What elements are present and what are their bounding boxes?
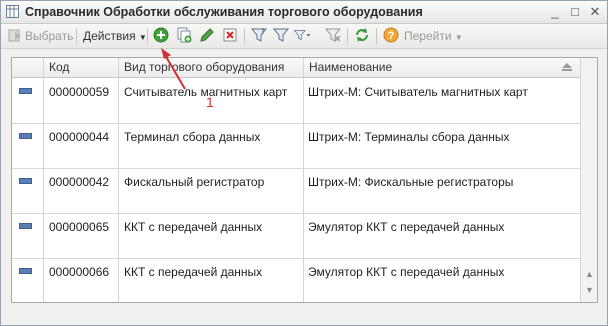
toolbar-separator [244,28,245,44]
cell-name: Эмулятор ККТ с передачей данных [308,220,505,234]
cell-name: Штрих-М: Фискальные регистраторы [308,175,514,189]
filter-icon[interactable] [272,26,290,44]
toolbar-separator [347,28,348,44]
cell-name: Эмулятор ККТ с передачей данных [308,265,505,279]
toolbar-separator [76,28,77,44]
table-row[interactable]: 000000059 Считыватель магнитных карт Штр… [12,78,580,124]
cell-code: 000000059 [49,85,110,99]
catalog-icon [6,5,19,18]
svg-text:?: ? [388,30,395,42]
cell-code: 000000066 [49,265,110,279]
cell-name: Штрих-М: Терминалы сбора данных [308,130,510,144]
window-footer [1,311,607,325]
cell-code: 000000065 [49,220,110,234]
column-header-name[interactable]: Наименование [309,60,392,74]
cell-type: ККТ с передачей данных [124,220,263,234]
annotation-arrow [161,48,186,90]
element-icon [19,88,32,94]
chevron-down-icon: ▼ [138,33,147,42]
scroll-down-icon[interactable]: ▼ [583,284,596,297]
scroll-up-icon[interactable]: ▲ [583,268,596,281]
clear-filter-icon[interactable] [324,26,342,44]
goto-menu-button[interactable]: Перейти ▼ [404,27,463,45]
cell-name: Штрих-М: Считыватель магнитных карт [308,85,528,99]
actions-menu-button[interactable]: Действия ▼ [83,27,147,45]
annotation-number: 1 [206,94,214,110]
table-row[interactable]: 000000044 Терминал сбора данных Штрих-М:… [12,123,580,169]
element-icon [19,178,32,184]
cell-type: Терминал сбора данных [124,130,261,144]
title-bar: Справочник Обработки обслуживания торгов… [1,1,607,24]
toolbar-separator [147,28,148,44]
chevron-down-icon: ▼ [454,33,463,42]
select-icon [8,29,21,42]
element-icon [19,223,32,229]
cell-type: ККТ с передачей данных [124,265,263,279]
filter-dropdown-icon[interactable] [293,26,311,44]
catalog-window: Справочник Обработки обслуживания торгов… [0,0,608,326]
goto-label: Перейти [404,29,452,43]
select-button[interactable]: Выбрать [25,27,73,45]
help-icon[interactable]: ? [382,26,400,44]
cell-type: Фискальный регистратор [124,175,265,189]
vertical-scrollbar[interactable]: ▲ ▼ [580,58,597,302]
hierarchy-filter-icon[interactable] [250,26,268,44]
column-header-code[interactable]: Код [49,60,69,74]
toolbar: Выбрать Действия ▼ ? Перейти ▼ [1,24,607,49]
table-header: Код Вид торгового оборудования Наименова… [12,58,580,78]
minimize-button[interactable]: _ [547,4,563,20]
window-title: Справочник Обработки обслуживания торгов… [25,5,423,19]
element-icon [19,133,32,139]
table-row[interactable]: 000000066 ККТ с передачей данных Эмулято… [12,258,580,302]
actions-label: Действия [83,29,136,43]
refresh-icon[interactable] [353,26,371,44]
sort-icon[interactable] [561,62,573,72]
element-icon [19,268,32,274]
delete-icon[interactable] [221,26,239,44]
maximize-button[interactable]: □ [567,4,583,20]
table-row[interactable]: 000000042 Фискальный регистратор Штрих-М… [12,168,580,214]
toolbar-separator [376,28,377,44]
close-button[interactable]: ✕ [587,4,603,20]
cell-code: 000000044 [49,130,110,144]
cell-code: 000000042 [49,175,110,189]
table-row[interactable]: 000000065 ККТ с передачей данных Эмулято… [12,213,580,259]
catalog-table: Код Вид торгового оборудования Наименова… [11,57,598,303]
